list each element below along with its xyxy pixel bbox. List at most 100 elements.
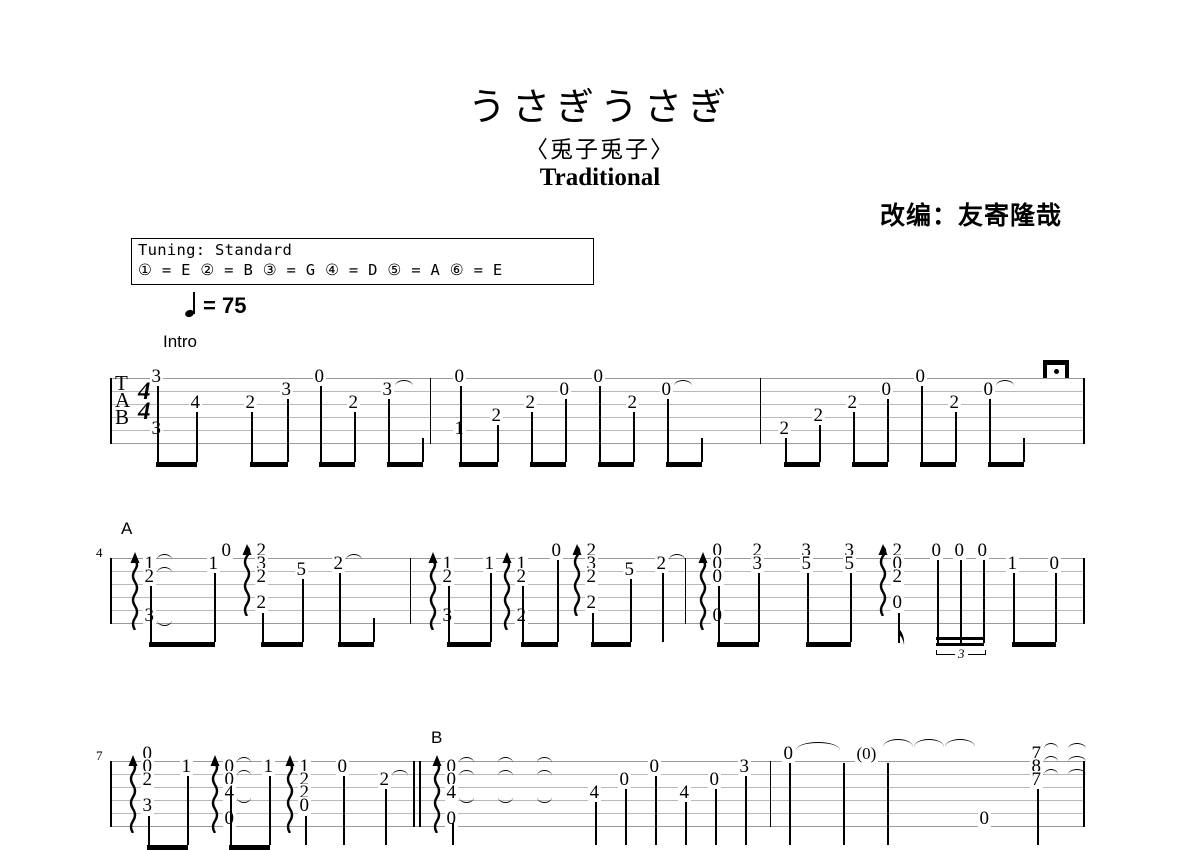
note-stem <box>287 399 289 462</box>
note-beam <box>261 642 303 647</box>
measure-number-7: 7 <box>96 748 103 763</box>
tab-note: 3 <box>738 756 751 777</box>
note-stem <box>887 763 889 845</box>
tie <box>945 739 975 747</box>
barline <box>410 558 412 624</box>
tab-note: 0 <box>880 379 893 400</box>
tab-note: 3 <box>150 366 163 387</box>
tab-note: 0 <box>453 366 466 387</box>
note-stem <box>196 412 198 462</box>
page-subtitle: 〈兎子兎子〉 <box>525 137 675 163</box>
note-stem <box>354 412 356 462</box>
tuning-label: Tuning: Standard <box>138 241 293 259</box>
tab-note: (0) <box>855 744 878 763</box>
tie <box>237 797 251 803</box>
note-stem <box>373 618 375 642</box>
staff-line <box>110 430 1085 431</box>
note-stem <box>633 412 635 462</box>
note-stem <box>595 802 597 845</box>
tab-note: 2 <box>441 566 454 587</box>
tab-note: 2 <box>812 405 825 426</box>
note-stem <box>819 425 821 462</box>
tab-clef: TAB <box>115 371 131 429</box>
staff-system-1: TAB 44 3 3 4 2 3 0 2 3 0 1 2 2 0 <box>110 367 1085 467</box>
tie <box>498 770 513 776</box>
tab-note: 0 <box>298 795 311 816</box>
tab-note: 5 <box>623 559 636 580</box>
tie <box>157 620 172 626</box>
note-stem <box>302 579 304 642</box>
tie <box>498 757 513 763</box>
note-beam <box>521 642 558 647</box>
note-stem <box>655 776 657 845</box>
note-stem <box>937 560 939 643</box>
tab-note: 2 <box>891 566 904 587</box>
repeat-measure-icon <box>1043 360 1069 378</box>
note-beam <box>717 642 759 647</box>
barline-end <box>1083 558 1085 624</box>
arpeggio-icon <box>285 755 295 833</box>
tab-note: 4 <box>588 782 601 803</box>
note-beam <box>1012 642 1056 647</box>
tab-note: 1 <box>262 756 275 777</box>
tab-note: 1 <box>1006 553 1019 574</box>
tab-note: 0 <box>708 769 721 790</box>
arpeggio-icon <box>502 552 512 630</box>
arpeggio-icon <box>130 552 140 630</box>
arpeggio-icon <box>210 755 220 833</box>
page-title: うさぎうさぎ <box>467 85 732 129</box>
tab-note: 4 <box>189 392 202 413</box>
staff-line <box>110 443 1085 444</box>
note-stem <box>1013 573 1015 642</box>
note-stem <box>497 425 499 462</box>
tab-note: 7 <box>1030 769 1043 790</box>
tab-note: 0 <box>558 379 571 400</box>
note-beam <box>229 845 270 850</box>
barline-double <box>413 761 415 827</box>
note-beam <box>852 462 888 467</box>
note-beam <box>156 462 197 467</box>
tab-note: 2 <box>244 392 257 413</box>
tab-note: 5 <box>295 559 308 580</box>
note-beam <box>806 642 851 647</box>
tie <box>395 380 413 386</box>
tab-note: 2 <box>143 566 156 587</box>
note-stem <box>251 412 253 462</box>
tab-note: 2 <box>490 405 503 426</box>
tab-note: 2 <box>255 592 268 613</box>
note-stem <box>850 573 852 642</box>
note-stem <box>592 613 594 642</box>
tab-note: 0 <box>648 756 661 777</box>
note-beam <box>936 637 984 641</box>
note-beam <box>920 462 956 467</box>
staff-line <box>110 813 1085 814</box>
staff-line <box>110 623 1085 624</box>
arpeggio-icon <box>698 552 708 630</box>
tie <box>669 554 685 560</box>
note-stem <box>718 586 720 642</box>
section-label-a: A <box>121 519 133 538</box>
tie <box>392 770 408 776</box>
tie <box>1068 756 1086 762</box>
note-stem <box>320 386 322 462</box>
tie <box>346 554 362 560</box>
tie <box>459 797 474 803</box>
tab-note: 2 <box>378 769 391 790</box>
tab-note: 2 <box>515 566 528 587</box>
note-stem <box>807 573 809 642</box>
note-stem <box>388 399 390 462</box>
note-stem <box>789 763 791 845</box>
tie <box>674 380 692 386</box>
note-stem <box>385 789 387 845</box>
barline <box>760 378 762 444</box>
tab-note: 2 <box>585 566 598 587</box>
note-flag <box>898 628 908 646</box>
tab-note: 0 <box>930 540 943 561</box>
tab-note: 1 <box>207 553 220 574</box>
barline <box>685 558 687 624</box>
note-stem <box>157 386 159 462</box>
tie <box>1044 743 1058 749</box>
tab-note: 2 <box>141 769 154 790</box>
note-stem <box>983 560 985 643</box>
note-stem <box>565 399 567 462</box>
